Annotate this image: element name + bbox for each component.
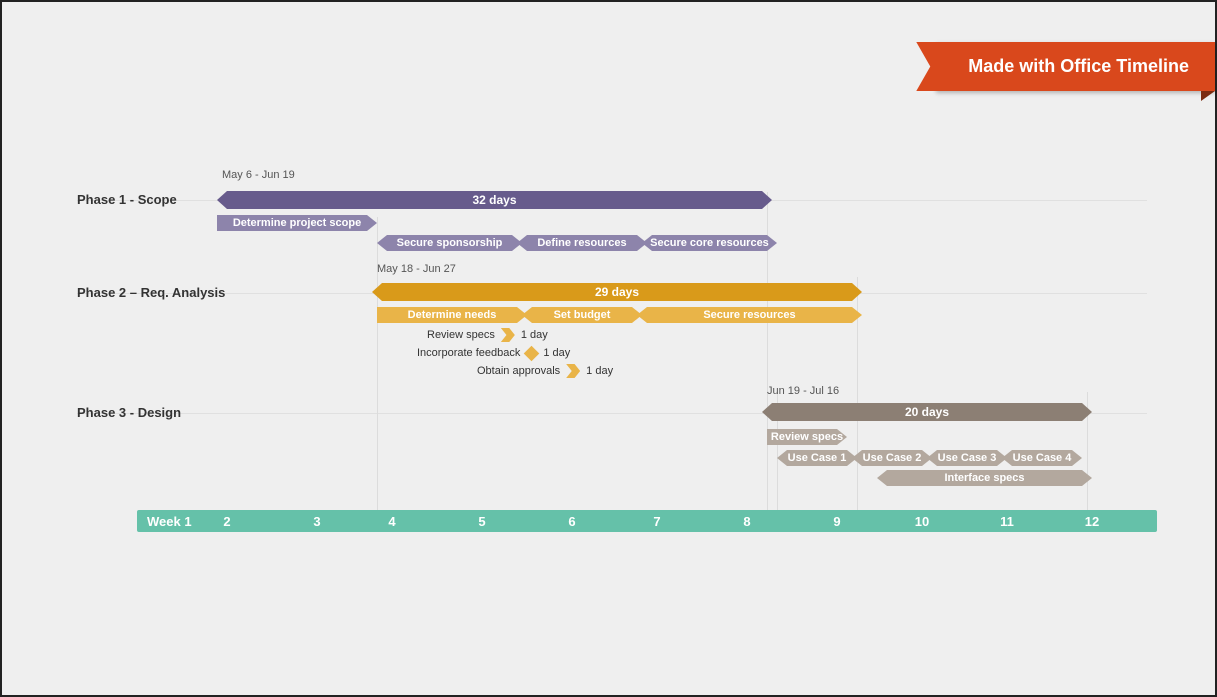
week-axis: Week 1 2 3 4 5 6 7 8 9 10 11 12 [137,510,1157,532]
milestone-label: Incorporate feedback [417,347,520,359]
p1-task-define: Define resources [517,235,647,251]
axis-tick: 6 [568,514,575,529]
p3-usecase4: Use Case 4 [1002,450,1082,466]
p2-task-needs: Determine needs [377,307,527,323]
phase2-daterange: May 18 - Jun 27 [377,263,456,275]
guide-line [377,217,378,510]
p3-usecase3: Use Case 3 [927,450,1007,466]
p3-task-interface: Interface specs [877,470,1092,486]
axis-tick: 8 [743,514,750,529]
gantt-chart: Phase 1 - Scope May 6 - Jun 19 32 days D… [77,167,1157,532]
p1-task-sponsorship: Secure sponsorship [377,235,522,251]
milestone-label: Review specs [427,329,495,341]
p2-task-budget: Set budget [522,307,642,323]
phase3-daterange: Jun 19 - Jul 16 [767,385,839,397]
p2-milestone-feedback: Incorporate feedback 1 day [417,345,570,361]
phase1-summary-bar: 32 days [217,191,772,209]
axis-tick: 5 [478,514,485,529]
p3-task-review: Review specs [767,429,847,445]
axis-tick: 3 [313,514,320,529]
p2-milestone-review: Review specs 1 day [427,327,548,343]
p2-milestone-approvals: Obtain approvals 1 day [477,363,613,379]
phase1-label: Phase 1 - Scope [77,192,227,207]
axis-tick: 7 [653,514,660,529]
p3-usecase1: Use Case 1 [777,450,857,466]
made-with-banner: Made with Office Timeline [936,42,1215,91]
diamond-icon [524,345,540,361]
axis-tick: 12 [1085,514,1099,529]
phase2-summary-bar: 29 days [372,283,862,301]
milestone-duration: 1 day [521,329,548,341]
p1-task-scope: Determine project scope [217,215,377,231]
phase3-label: Phase 3 - Design [77,405,227,420]
axis-tick: 10 [915,514,929,529]
p3-usecase2: Use Case 2 [852,450,932,466]
milestone-duration: 1 day [543,347,570,359]
milestone-duration: 1 day [586,365,613,377]
axis-tick: 2 [223,514,230,529]
phase1-daterange: May 6 - Jun 19 [222,169,295,181]
axis-tick: 11 [1000,514,1014,529]
chevron-icon [501,328,515,342]
phase3-summary-bar: 20 days [762,403,1092,421]
axis-tick: 9 [833,514,840,529]
axis-tick: 4 [388,514,395,529]
chevron-icon [566,364,580,378]
axis-tick: Week 1 [147,514,192,529]
p1-task-secure-core: Secure core resources [642,235,777,251]
phase2-label: Phase 2 – Req. Analysis [77,285,227,300]
milestone-label: Obtain approvals [477,365,560,377]
p2-task-resources: Secure resources [637,307,862,323]
